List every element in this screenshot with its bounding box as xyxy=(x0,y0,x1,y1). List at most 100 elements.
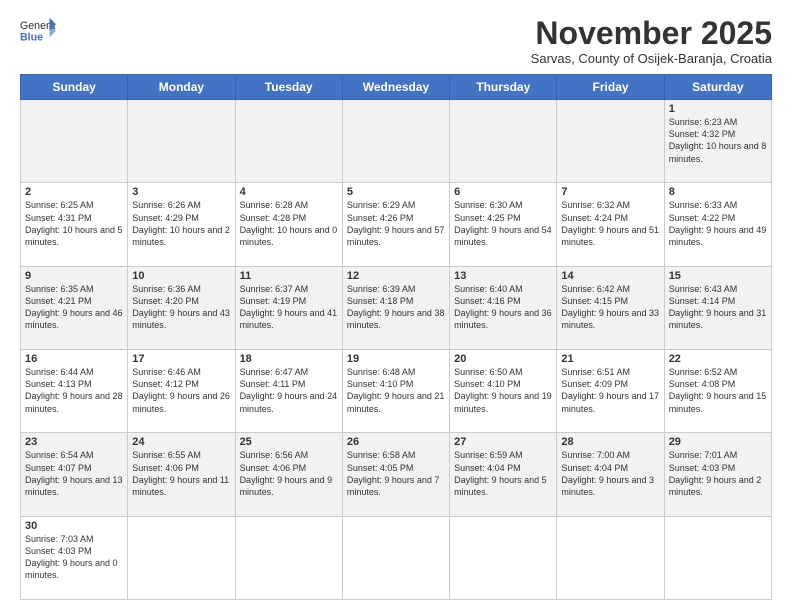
header-tuesday: Tuesday xyxy=(235,75,342,100)
calendar-cell: 9Sunrise: 6:35 AM Sunset: 4:21 PM Daylig… xyxy=(21,266,128,349)
calendar-cell: 21Sunrise: 6:51 AM Sunset: 4:09 PM Dayli… xyxy=(557,350,664,433)
calendar-week-row: 9Sunrise: 6:35 AM Sunset: 4:21 PM Daylig… xyxy=(21,266,772,349)
cell-sun-info: Sunrise: 6:23 AM Sunset: 4:32 PM Dayligh… xyxy=(669,116,767,165)
calendar-cell: 14Sunrise: 6:42 AM Sunset: 4:15 PM Dayli… xyxy=(557,266,664,349)
calendar-cell xyxy=(557,516,664,599)
header-saturday: Saturday xyxy=(664,75,771,100)
calendar-week-row: 30Sunrise: 7:03 AM Sunset: 4:03 PM Dayli… xyxy=(21,516,772,599)
title-block: November 2025 Sarvas, County of Osijek-B… xyxy=(531,16,772,66)
cell-date-number: 1 xyxy=(669,103,767,115)
cell-sun-info: Sunrise: 6:59 AM Sunset: 4:04 PM Dayligh… xyxy=(454,449,552,498)
calendar-cell xyxy=(342,100,449,183)
cell-date-number: 3 xyxy=(132,186,230,198)
cell-sun-info: Sunrise: 6:58 AM Sunset: 4:05 PM Dayligh… xyxy=(347,449,445,498)
cell-sun-info: Sunrise: 6:28 AM Sunset: 4:28 PM Dayligh… xyxy=(240,199,338,248)
logo: General Blue xyxy=(20,16,56,44)
cell-date-number: 30 xyxy=(25,520,123,532)
cell-date-number: 22 xyxy=(669,353,767,365)
cell-date-number: 23 xyxy=(25,436,123,448)
cell-date-number: 18 xyxy=(240,353,338,365)
cell-date-number: 21 xyxy=(561,353,659,365)
cell-date-number: 27 xyxy=(454,436,552,448)
calendar-table: Sunday Monday Tuesday Wednesday Thursday… xyxy=(20,74,772,600)
weekday-header-row: Sunday Monday Tuesday Wednesday Thursday… xyxy=(21,75,772,100)
cell-sun-info: Sunrise: 6:48 AM Sunset: 4:10 PM Dayligh… xyxy=(347,366,445,415)
calendar-cell: 29Sunrise: 7:01 AM Sunset: 4:03 PM Dayli… xyxy=(664,433,771,516)
cell-date-number: 10 xyxy=(132,270,230,282)
cell-sun-info: Sunrise: 6:39 AM Sunset: 4:18 PM Dayligh… xyxy=(347,283,445,332)
calendar-cell xyxy=(235,516,342,599)
calendar-cell xyxy=(21,100,128,183)
cell-sun-info: Sunrise: 7:00 AM Sunset: 4:04 PM Dayligh… xyxy=(561,449,659,498)
cell-date-number: 4 xyxy=(240,186,338,198)
svg-text:Blue: Blue xyxy=(20,32,43,44)
calendar-cell xyxy=(664,516,771,599)
calendar-cell: 11Sunrise: 6:37 AM Sunset: 4:19 PM Dayli… xyxy=(235,266,342,349)
cell-date-number: 2 xyxy=(25,186,123,198)
cell-date-number: 29 xyxy=(669,436,767,448)
cell-date-number: 28 xyxy=(561,436,659,448)
calendar-cell: 24Sunrise: 6:55 AM Sunset: 4:06 PM Dayli… xyxy=(128,433,235,516)
cell-date-number: 7 xyxy=(561,186,659,198)
cell-date-number: 11 xyxy=(240,270,338,282)
calendar-cell: 7Sunrise: 6:32 AM Sunset: 4:24 PM Daylig… xyxy=(557,183,664,266)
header-monday: Monday xyxy=(128,75,235,100)
cell-sun-info: Sunrise: 6:54 AM Sunset: 4:07 PM Dayligh… xyxy=(25,449,123,498)
cell-sun-info: Sunrise: 6:26 AM Sunset: 4:29 PM Dayligh… xyxy=(132,199,230,248)
header-thursday: Thursday xyxy=(450,75,557,100)
month-title: November 2025 xyxy=(531,16,772,51)
cell-sun-info: Sunrise: 6:56 AM Sunset: 4:06 PM Dayligh… xyxy=(240,449,338,498)
calendar-cell: 6Sunrise: 6:30 AM Sunset: 4:25 PM Daylig… xyxy=(450,183,557,266)
calendar-week-row: 1Sunrise: 6:23 AM Sunset: 4:32 PM Daylig… xyxy=(21,100,772,183)
cell-date-number: 6 xyxy=(454,186,552,198)
calendar-cell xyxy=(557,100,664,183)
calendar-week-row: 16Sunrise: 6:44 AM Sunset: 4:13 PM Dayli… xyxy=(21,350,772,433)
cell-date-number: 9 xyxy=(25,270,123,282)
cell-sun-info: Sunrise: 6:25 AM Sunset: 4:31 PM Dayligh… xyxy=(25,199,123,248)
generalblue-logo-icon: General Blue xyxy=(20,16,56,44)
subtitle: Sarvas, County of Osijek-Baranja, Croati… xyxy=(531,51,772,66)
cell-sun-info: Sunrise: 7:03 AM Sunset: 4:03 PM Dayligh… xyxy=(25,533,123,582)
cell-sun-info: Sunrise: 6:43 AM Sunset: 4:14 PM Dayligh… xyxy=(669,283,767,332)
calendar-cell: 22Sunrise: 6:52 AM Sunset: 4:08 PM Dayli… xyxy=(664,350,771,433)
cell-sun-info: Sunrise: 6:50 AM Sunset: 4:10 PM Dayligh… xyxy=(454,366,552,415)
cell-date-number: 5 xyxy=(347,186,445,198)
cell-sun-info: Sunrise: 6:51 AM Sunset: 4:09 PM Dayligh… xyxy=(561,366,659,415)
cell-sun-info: Sunrise: 6:37 AM Sunset: 4:19 PM Dayligh… xyxy=(240,283,338,332)
cell-date-number: 24 xyxy=(132,436,230,448)
calendar-cell: 19Sunrise: 6:48 AM Sunset: 4:10 PM Dayli… xyxy=(342,350,449,433)
header-wednesday: Wednesday xyxy=(342,75,449,100)
calendar-cell: 26Sunrise: 6:58 AM Sunset: 4:05 PM Dayli… xyxy=(342,433,449,516)
calendar-cell: 25Sunrise: 6:56 AM Sunset: 4:06 PM Dayli… xyxy=(235,433,342,516)
cell-sun-info: Sunrise: 6:32 AM Sunset: 4:24 PM Dayligh… xyxy=(561,199,659,248)
calendar-cell: 8Sunrise: 6:33 AM Sunset: 4:22 PM Daylig… xyxy=(664,183,771,266)
calendar-cell: 10Sunrise: 6:36 AM Sunset: 4:20 PM Dayli… xyxy=(128,266,235,349)
cell-date-number: 12 xyxy=(347,270,445,282)
calendar-cell: 16Sunrise: 6:44 AM Sunset: 4:13 PM Dayli… xyxy=(21,350,128,433)
cell-sun-info: Sunrise: 6:36 AM Sunset: 4:20 PM Dayligh… xyxy=(132,283,230,332)
calendar-cell: 5Sunrise: 6:29 AM Sunset: 4:26 PM Daylig… xyxy=(342,183,449,266)
cell-sun-info: Sunrise: 6:44 AM Sunset: 4:13 PM Dayligh… xyxy=(25,366,123,415)
cell-sun-info: Sunrise: 6:30 AM Sunset: 4:25 PM Dayligh… xyxy=(454,199,552,248)
calendar-cell xyxy=(342,516,449,599)
calendar-cell xyxy=(235,100,342,183)
calendar-cell: 18Sunrise: 6:47 AM Sunset: 4:11 PM Dayli… xyxy=(235,350,342,433)
calendar-cell xyxy=(450,516,557,599)
cell-sun-info: Sunrise: 6:40 AM Sunset: 4:16 PM Dayligh… xyxy=(454,283,552,332)
header: General Blue November 2025 Sarvas, Count… xyxy=(20,16,772,66)
calendar-cell: 20Sunrise: 6:50 AM Sunset: 4:10 PM Dayli… xyxy=(450,350,557,433)
cell-date-number: 14 xyxy=(561,270,659,282)
calendar-week-row: 23Sunrise: 6:54 AM Sunset: 4:07 PM Dayli… xyxy=(21,433,772,516)
calendar-cell: 12Sunrise: 6:39 AM Sunset: 4:18 PM Dayli… xyxy=(342,266,449,349)
cell-sun-info: Sunrise: 6:46 AM Sunset: 4:12 PM Dayligh… xyxy=(132,366,230,415)
calendar-cell: 15Sunrise: 6:43 AM Sunset: 4:14 PM Dayli… xyxy=(664,266,771,349)
calendar-cell: 17Sunrise: 6:46 AM Sunset: 4:12 PM Dayli… xyxy=(128,350,235,433)
calendar-cell xyxy=(450,100,557,183)
calendar-cell: 3Sunrise: 6:26 AM Sunset: 4:29 PM Daylig… xyxy=(128,183,235,266)
calendar-week-row: 2Sunrise: 6:25 AM Sunset: 4:31 PM Daylig… xyxy=(21,183,772,266)
header-sunday: Sunday xyxy=(21,75,128,100)
cell-sun-info: Sunrise: 6:47 AM Sunset: 4:11 PM Dayligh… xyxy=(240,366,338,415)
calendar-cell: 2Sunrise: 6:25 AM Sunset: 4:31 PM Daylig… xyxy=(21,183,128,266)
calendar-cell: 28Sunrise: 7:00 AM Sunset: 4:04 PM Dayli… xyxy=(557,433,664,516)
cell-sun-info: Sunrise: 7:01 AM Sunset: 4:03 PM Dayligh… xyxy=(669,449,767,498)
